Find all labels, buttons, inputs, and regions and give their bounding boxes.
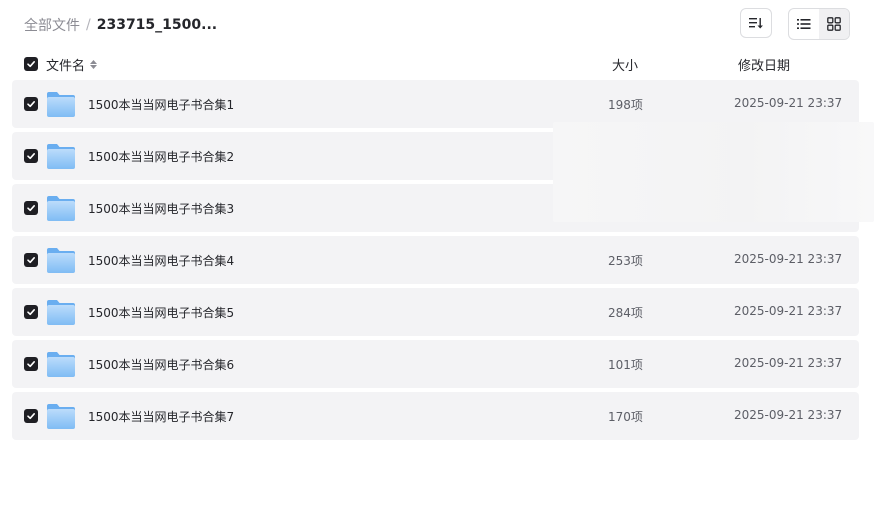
row-checkbox[interactable] bbox=[24, 97, 38, 111]
check-icon bbox=[27, 153, 35, 160]
file-name: 1500本当当网电子书合集1 bbox=[88, 98, 235, 112]
sort-caret-icon bbox=[90, 60, 98, 69]
table-row[interactable]: 1500本当当网电子书合集1 198项 2025-09-21 23:37 bbox=[12, 80, 859, 128]
check-icon bbox=[27, 413, 35, 420]
file-name: 1500本当当网电子书合集4 bbox=[88, 254, 235, 268]
check-icon bbox=[27, 61, 35, 68]
file-date: 2025-09-21 23:37 bbox=[734, 96, 843, 110]
row-checkbox[interactable] bbox=[24, 305, 38, 319]
file-date: 2025-09-21 23:37 bbox=[734, 356, 843, 370]
file-date: 2025-09-21 23:37 bbox=[734, 252, 843, 266]
file-date: 2025-09-21 23:37 bbox=[734, 304, 843, 318]
breadcrumb-current-folder: 233715_1500... bbox=[96, 17, 218, 33]
folder-icon bbox=[47, 248, 75, 273]
file-name: 1500本当当网电子书合集2 bbox=[88, 150, 235, 164]
row-checkbox[interactable] bbox=[24, 409, 38, 423]
blurred-overlay bbox=[553, 122, 874, 222]
folder-icon bbox=[47, 300, 75, 325]
breadcrumb-separator: / bbox=[86, 17, 91, 33]
row-checkbox[interactable] bbox=[24, 201, 38, 215]
folder-icon bbox=[47, 404, 75, 429]
table-row[interactable]: 1500本当当网电子书合集5 284项 2025-09-21 23:37 bbox=[12, 288, 859, 336]
file-size: 170项 bbox=[608, 410, 643, 424]
grid-view-button[interactable] bbox=[819, 9, 849, 39]
list-icon bbox=[797, 19, 811, 29]
row-checkbox[interactable] bbox=[24, 253, 38, 267]
grid-icon bbox=[827, 17, 841, 31]
breadcrumb-root-link[interactable]: 全部文件 bbox=[24, 15, 80, 35]
table-row[interactable]: 1500本当当网电子书合集7 170项 2025-09-21 23:37 bbox=[12, 392, 859, 440]
file-size: 284项 bbox=[608, 306, 643, 320]
file-name: 1500本当当网电子书合集3 bbox=[88, 202, 235, 216]
sort-icon bbox=[749, 18, 763, 29]
breadcrumb: 全部文件 / 233715_1500... bbox=[24, 15, 217, 35]
table-row[interactable]: 1500本当当网电子书合集4 253项 2025-09-21 23:37 bbox=[12, 236, 859, 284]
table-row[interactable]: 1500本当当网电子书合集6 101项 2025-09-21 23:37 bbox=[12, 340, 859, 388]
list-view-button[interactable] bbox=[789, 9, 819, 39]
file-size: 198项 bbox=[608, 98, 643, 112]
check-icon bbox=[27, 309, 35, 316]
check-icon bbox=[27, 361, 35, 368]
check-icon bbox=[27, 101, 35, 108]
view-toggle bbox=[788, 8, 850, 40]
file-name: 1500本当当网电子书合集6 bbox=[88, 358, 235, 372]
select-all-checkbox[interactable] bbox=[24, 57, 38, 71]
check-icon bbox=[27, 205, 35, 212]
sort-button[interactable] bbox=[740, 8, 772, 38]
file-name: 1500本当当网电子书合集5 bbox=[88, 306, 235, 320]
column-header-size[interactable]: 大小 bbox=[612, 55, 638, 74]
table-header: 文件名 大小 修改日期 bbox=[0, 52, 874, 76]
file-name: 1500本当当网电子书合集7 bbox=[88, 410, 235, 424]
column-header-name-label: 文件名 bbox=[46, 59, 86, 74]
row-checkbox[interactable] bbox=[24, 149, 38, 163]
file-size: 101项 bbox=[608, 358, 643, 372]
folder-icon bbox=[47, 352, 75, 377]
file-size: 253项 bbox=[608, 254, 643, 268]
toolbar: 全部文件 / 233715_1500... bbox=[0, 0, 874, 48]
folder-icon bbox=[47, 196, 75, 221]
file-date: 2025-09-21 23:37 bbox=[734, 408, 843, 422]
check-icon bbox=[27, 257, 35, 264]
row-checkbox[interactable] bbox=[24, 357, 38, 371]
column-header-modified[interactable]: 修改日期 bbox=[738, 55, 790, 74]
folder-icon bbox=[47, 144, 75, 169]
folder-icon bbox=[47, 92, 75, 117]
column-header-name[interactable]: 文件名 bbox=[46, 55, 98, 74]
